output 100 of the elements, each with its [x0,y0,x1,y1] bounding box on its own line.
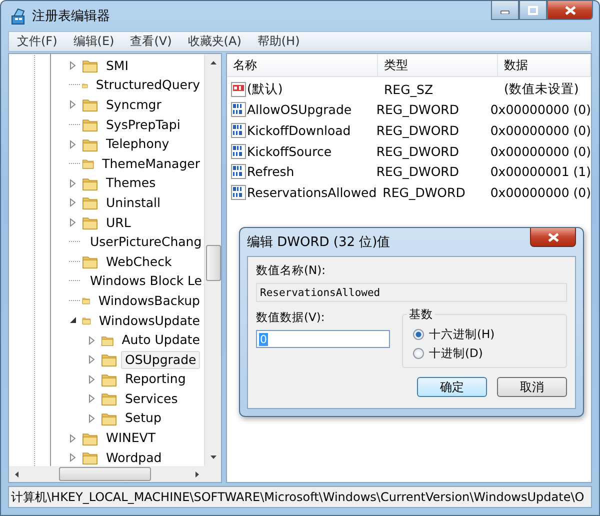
value-type: REG_DWORD [375,122,460,138]
value-name[interactable]: AllowOSUpgrade [247,102,352,118]
binary-value-icon [231,144,246,159]
value-type: REG_DWORD [375,144,460,159]
tree-item[interactable]: WindowsBackup [94,292,204,310]
close-button[interactable] [530,228,576,247]
scrollbar-thumb[interactable] [59,467,151,481]
expand-arrow-icon[interactable] [69,140,77,149]
horizontal-scrollbar[interactable] [9,466,205,482]
tree-item[interactable]: Syncmgr [102,96,166,114]
value-data: 0x00000000 (0) [489,122,591,138]
column-header[interactable]: 数据 [498,54,591,76]
tree-item[interactable]: Telephony [102,135,174,154]
folder-icon [82,254,98,270]
folder-icon [82,97,98,112]
tree-item[interactable]: OSUpgrade [121,350,200,369]
tree-item[interactable]: SMI [102,56,132,75]
tree-item[interactable]: Setup [121,409,166,428]
value-name[interactable]: ReservationsAllowed [247,184,377,200]
field-label: 数值数据(V): [256,310,326,325]
value-data: (数值未设置) [503,80,580,98]
dialog-title: 编辑 DWORD (32 位)值 [247,234,390,251]
binary-value-icon [231,184,246,200]
expand-arrow-icon[interactable] [69,434,77,443]
radio-button[interactable] [413,348,424,359]
expand-arrow-icon[interactable] [69,61,77,70]
tree-item[interactable]: Wordpad [102,448,166,466]
expand-arrow-icon[interactable] [88,414,96,423]
folder-icon [82,430,98,446]
tree-item[interactable]: Reporting [121,370,190,388]
minimize-button[interactable] [491,1,519,20]
menu-item[interactable]: 收藏夹(A) [180,33,250,50]
tree-item[interactable]: Uninstall [102,194,164,212]
vertical-scrollbar[interactable] [204,54,221,466]
folder-icon [82,450,98,466]
window-title: 注册表编辑器 [32,8,111,25]
collapse-arrow-icon[interactable] [69,316,77,326]
menu-item[interactable]: 查看(V) [122,33,180,50]
binary-value-icon [231,164,246,180]
column-header[interactable]: 类型 [378,54,498,76]
expand-arrow-icon[interactable] [69,178,77,188]
tree-item[interactable]: URL [102,214,135,232]
tree-item[interactable]: WebCheck [102,252,176,271]
close-icon [548,232,558,242]
tree-item[interactable]: Windows Block Le [86,272,204,290]
expand-arrow-icon[interactable] [88,355,96,364]
folder-icon [82,136,98,152]
value-data: 0x00000000 (0) [489,144,591,159]
tree-item[interactable]: StructuredQuery [92,76,204,94]
expand-arrow-icon[interactable] [88,374,96,384]
folder-icon [101,372,117,387]
expand-arrow-icon[interactable] [69,218,77,228]
cancel-button[interactable]: 取消 [497,377,567,397]
column-header[interactable]: 名称 [227,54,378,76]
value-name[interactable]: (默认) [247,80,283,98]
scrollbar-thumb[interactable] [206,245,220,281]
value-name-field: ReservationsAllowed [256,283,567,302]
radio-button[interactable] [413,329,424,340]
expand-arrow-icon[interactable] [69,453,77,462]
value-data: 0x00000000 (0) [489,102,591,118]
expand-arrow-icon[interactable] [69,198,77,208]
folder-icon [82,176,98,191]
folder-icon [82,215,98,230]
tree-item[interactable]: Themes [102,174,160,192]
radio-label[interactable]: 十六进制(H) [429,327,495,342]
menu-item[interactable]: 编辑(E) [65,33,122,50]
menu-item[interactable]: 文件(F) [9,33,66,50]
tree-item[interactable]: WindowsUpdate [94,312,204,330]
value-data: 0x00000000 (0) [489,184,591,200]
tree-item[interactable]: WINEVT [102,429,160,448]
ok-button[interactable]: 确定 [417,377,487,397]
value-name[interactable]: Refresh [247,164,294,180]
tree-item[interactable]: Auto Update [118,331,204,350]
value-type: REG_DWORD [375,164,460,180]
status-path: 计算机\HKEY_LOCAL_MACHINE\SOFTWARE\Microsoft\Windows\CurrentVersion\WindowsUpdate\O [10,488,584,506]
value-type: REG_DWORD [382,184,466,200]
close-icon [564,6,576,14]
scroll-down-icon [210,455,216,460]
folder-icon [82,195,98,210]
value-type: REG_DWORD [375,102,460,118]
scroll-up-icon [210,60,216,65]
expand-arrow-icon[interactable] [88,394,96,404]
folder-icon [82,117,98,132]
folder-icon [101,410,117,426]
binary-value-icon [231,122,246,138]
tree-item[interactable]: ThemeManager [98,154,204,173]
folder-icon [101,352,117,368]
value-data: 0x00000001 (1) [489,164,591,180]
radio-label[interactable]: 十进制(D) [429,346,483,361]
close-button[interactable] [547,1,593,20]
maximize-button[interactable] [519,1,547,20]
tree-item[interactable]: SysPrepTapi [102,116,184,134]
tree-item[interactable]: UserPictureChang [86,233,204,252]
binary-value-icon [231,102,246,118]
expand-arrow-icon[interactable] [69,100,77,110]
value-name[interactable]: KickoffDownload [247,122,351,138]
value-name[interactable]: KickoffSource [247,144,332,159]
expand-arrow-icon[interactable] [88,336,96,345]
menu-item[interactable]: 帮助(H) [249,33,308,50]
tree-item[interactable]: Services [121,390,182,408]
